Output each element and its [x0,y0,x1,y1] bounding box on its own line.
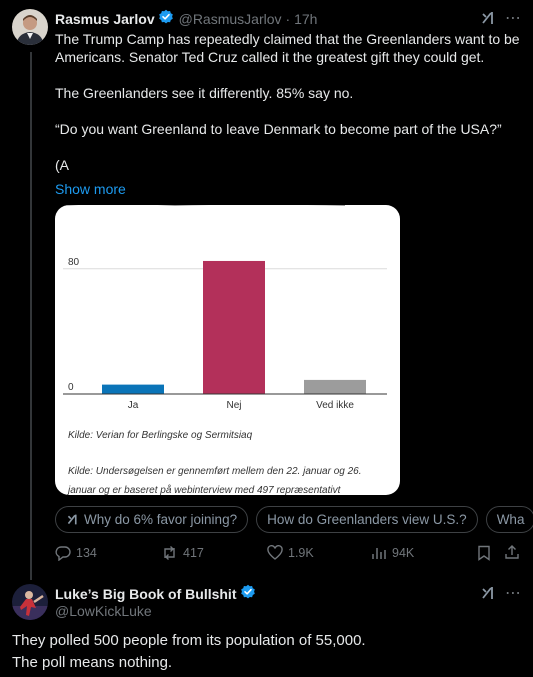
repost-button[interactable]: 417 [161,545,204,561]
reply-author-name[interactable]: Luke’s Big Book of Bullshit [55,586,237,602]
grok-icon[interactable] [480,10,496,31]
grok-chip-3-label: Wha [496,512,525,527]
author-name[interactable]: Rasmus Jarlov [55,11,155,27]
more-options-icon[interactable]: ⋯ [505,8,522,28]
heart-icon [267,545,283,560]
verified-badge-icon [158,9,174,30]
bookmark-icon [478,545,490,561]
post-header: Rasmus Jarlov @RasmusJarlov · 17h [55,9,318,30]
post-time[interactable]: · 17h [286,11,318,27]
grok-chip-1[interactable]: Why do 6% favor joining? [55,506,249,533]
post-paragraph-4: (A [55,157,69,173]
grok-suggestions: Why do 6% favor joining? How do Greenlan… [55,506,533,534]
x-tick-label: Ja [128,400,139,411]
grok-chip-3[interactable]: Wha [485,506,533,533]
grok-chip-2-label: How do Greenlanders view U.S.? [267,512,467,527]
post-image-card[interactable]: 0 80 Ja Nej Ved ikke Kilde: Verian for Berli… [55,205,400,495]
chart-source-2: Kilde: Undersøgelsen er gennemført melle… [68,466,362,495]
reply-author-handle[interactable]: @LowKickLuke [55,603,152,619]
bar-nej [203,260,265,394]
views-count: 94K [392,546,415,560]
avatar-luke[interactable] [12,584,48,620]
grok-chip-1-label: Why do 6% favor joining? [84,512,238,527]
share-icon [505,545,519,559]
thread-line [30,52,32,580]
avatar-image [12,584,48,620]
bar-ja [102,384,164,394]
author-handle[interactable]: @RasmusJarlov [179,11,282,27]
post-paragraph-1: The Trump Camp has repeatedly claimed th… [55,31,523,65]
reply-icon [55,546,71,561]
reply-count: 134 [76,546,97,560]
chart-source-1: Kilde: Verian for Berlingske og Sermitsi… [68,430,253,441]
more-options-icon[interactable]: ⋯ [505,583,522,603]
y-tick-label: 0 [68,382,74,393]
post-paragraph-2: The Greenlanders see it differently. 85%… [55,85,354,101]
reply-header: Luke’s Big Book of Bullshit [55,584,256,605]
post-body: The Trump Camp has repeatedly claimed th… [55,30,523,197]
like-count: 1.9K [288,546,314,560]
verified-badge-icon [240,584,256,605]
show-more-link[interactable]: Show more [55,181,523,197]
bar-ved-ikke [304,379,366,394]
avatar-image [12,9,48,45]
repost-icon [164,546,175,560]
avatar-rasmus[interactable] [12,9,48,45]
y-tick-label: 80 [68,257,80,268]
bar-chart: 0 80 Ja Nej Ved ikke [63,205,387,411]
x-tick-label: Nej [226,400,241,411]
reply-button[interactable]: 134 [55,545,97,561]
reply-text: They polled 500 people from its populati… [12,632,366,671]
share-button[interactable] [504,544,520,565]
x-tick-label: Ved ikke [316,400,354,411]
like-button[interactable]: 1.9K [267,545,314,561]
post-paragraph-3: “Do you want Greenland to leave Denmark … [55,121,502,137]
views-icon [372,548,386,559]
grok-icon[interactable] [480,585,496,606]
grok-chip-2[interactable]: How do Greenlanders view U.S.? [256,506,478,533]
views-button[interactable]: 94K [371,545,414,561]
grok-icon [67,514,77,525]
repost-count: 417 [183,546,204,560]
bookmark-button[interactable] [477,545,491,566]
